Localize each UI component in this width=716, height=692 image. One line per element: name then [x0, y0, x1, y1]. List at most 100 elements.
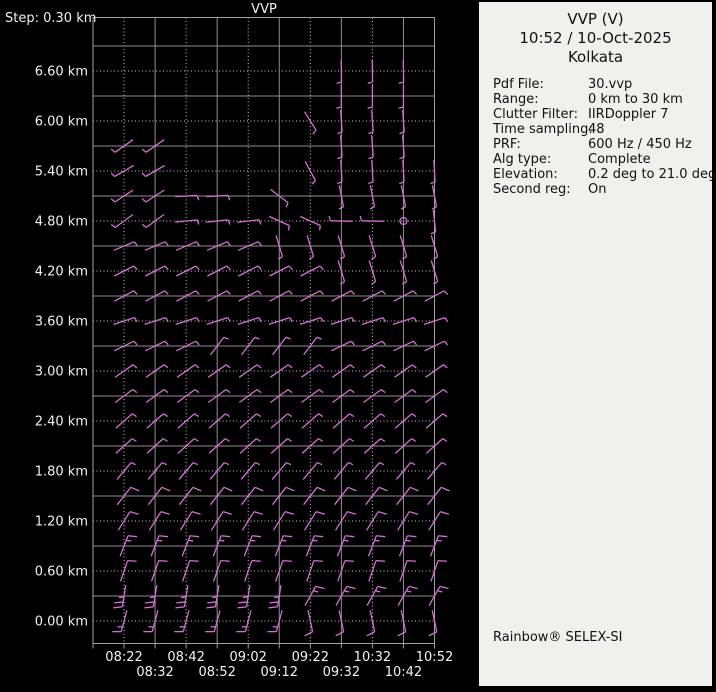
barb-feather [314, 536, 323, 537]
scan-datetime: 10:52 / 10-Oct-2025 [479, 29, 712, 48]
barb-feather [337, 82, 342, 83]
barb-feather [350, 414, 354, 417]
wind-barb [337, 160, 342, 184]
barb-feather [289, 291, 292, 295]
wind-barb [211, 512, 231, 531]
barb-feather [429, 632, 437, 636]
barb-feather [165, 266, 168, 270]
barb-feather [196, 291, 199, 295]
y-axis-label: 1.20 km [35, 515, 88, 530]
barb-feather [316, 586, 325, 588]
barb-staff [403, 135, 405, 157]
wind-barb [206, 195, 230, 200]
wind-barb [399, 85, 404, 108]
barb-feather [376, 561, 385, 562]
barb-staff [245, 610, 251, 631]
barb-feather [111, 149, 115, 152]
wind-barb [364, 414, 385, 428]
barb-staff [175, 220, 197, 222]
wind-barb [336, 610, 344, 636]
barb-feather [175, 607, 184, 608]
barb-feather [440, 512, 449, 515]
barb-feather [398, 632, 406, 636]
barb-feather [285, 512, 294, 515]
barb-feather [221, 536, 230, 537]
barb-feather [381, 365, 385, 368]
barb-feather [142, 224, 146, 227]
barb-staff [115, 166, 134, 177]
wind-barb [180, 512, 200, 531]
barb-feather [269, 602, 278, 603]
barb-feather [114, 602, 123, 603]
barb-feather [142, 173, 146, 177]
barb-feather [163, 414, 167, 417]
barb-feather [159, 536, 168, 537]
barb-staff [341, 135, 343, 157]
wind-barb [399, 160, 404, 184]
barb-feather [412, 390, 416, 393]
barb-feather [227, 291, 230, 295]
barb-feather [133, 365, 137, 368]
barb-feather [227, 242, 230, 246]
barb-feather [145, 602, 154, 603]
barb-feather [128, 536, 137, 537]
wind-barb [398, 610, 406, 636]
axis-labels-layer: 08:2208:3208:4208:5209:0209:1209:2209:32… [35, 65, 454, 681]
plot-grid [93, 18, 435, 644]
barb-feather [259, 318, 262, 322]
vvp-application-window: { "plot": { "title": "VVP", "step_label"… [0, 0, 716, 688]
wind-barb [307, 561, 323, 582]
barb-feather [194, 439, 198, 442]
barb-feather [255, 463, 260, 465]
x-axis-label: 09:22 [292, 650, 329, 665]
barb-feather [399, 82, 404, 83]
barb-feather [371, 282, 375, 285]
meta-row-elevation: Elevation: 0.2 deg to 21.0 deg [493, 167, 712, 182]
barb-feather [142, 199, 146, 202]
barb-staff [341, 110, 343, 132]
barb-feather [319, 365, 323, 368]
barb-feather [444, 341, 447, 345]
barb-feather [318, 439, 322, 442]
barb-feather [269, 607, 278, 608]
barb-feather [193, 487, 201, 491]
barb-feather [258, 266, 261, 270]
barb-feather [287, 439, 291, 442]
wind-barb [399, 110, 404, 134]
metadata-list: Pdf File: 30.vvp Range: 0 km to 30 km Cl… [479, 77, 712, 197]
barb-feather [164, 365, 168, 368]
barb-feather [134, 291, 137, 295]
barb-feather [412, 365, 416, 368]
barb-feather [407, 536, 416, 537]
wind-barb [242, 512, 262, 531]
barb-feather [283, 561, 292, 562]
barb-feather [221, 561, 230, 562]
barb-feather [286, 337, 291, 339]
barb-feather [345, 561, 354, 562]
barb-feather [410, 487, 418, 491]
barb-feather [376, 536, 385, 537]
barb-feather [226, 390, 230, 393]
barb-feather [350, 390, 354, 393]
wind-barb [176, 318, 200, 325]
meta-row-clutter-filter: Clutter Filter: IIRDoppler 7 [493, 107, 712, 122]
wind-barb [175, 220, 199, 225]
wind-barb [206, 220, 230, 225]
barb-feather [131, 487, 139, 491]
product-title: VVP (V) [479, 10, 712, 29]
barb-feather [190, 561, 199, 562]
barb-feather [411, 463, 416, 465]
barb-feather [254, 512, 263, 515]
barb-feather [378, 586, 387, 588]
barb-feather [162, 463, 167, 465]
wind-barb [429, 512, 449, 531]
x-axis-label: 10:32 [354, 650, 391, 665]
barb-staff [367, 512, 379, 531]
barb-feather [128, 561, 137, 562]
barb-feather [381, 439, 385, 442]
wind-barb [305, 610, 313, 636]
barb-feather [319, 390, 323, 393]
barb-feather [159, 561, 168, 562]
wind-barb [370, 185, 374, 209]
barb-feather [113, 607, 122, 608]
